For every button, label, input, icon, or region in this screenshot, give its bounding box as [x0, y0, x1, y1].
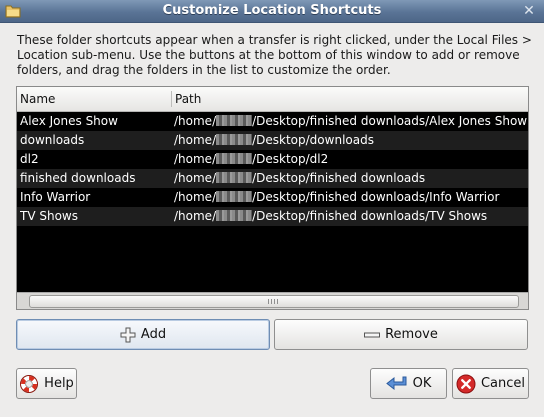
shortcut-list[interactable]: Name Path Alex Jones Show /home//Desktop… — [16, 86, 529, 310]
list-rows: Alex Jones Show /home//Desktop/finished … — [17, 112, 528, 292]
table-row[interactable]: Info Warrior /home//Desktop/finished dow… — [17, 188, 528, 207]
help-button-label: Help — [44, 376, 74, 391]
cancel-button[interactable]: Cancel — [452, 368, 529, 399]
redacted-username — [216, 134, 253, 145]
description-text: These folder shortcuts appear when a tra… — [17, 33, 532, 77]
row-name: dl2 — [20, 152, 39, 166]
row-path: /home//Desktop/finished downloads/Alex J… — [174, 114, 528, 128]
add-button-label: Add — [140, 327, 167, 342]
close-icon[interactable]: ✕ — [520, 2, 538, 20]
row-path: /home//Desktop/finished downloads/TV Sho… — [174, 209, 488, 223]
dialog-window: Customize Location Shortcuts ✕ These fol… — [0, 0, 544, 417]
ok-button-label: OK — [412, 376, 432, 391]
row-path: /home//Desktop/downloads — [174, 133, 374, 147]
row-name: Info Warrior — [20, 190, 91, 204]
remove-button[interactable]: Remove — [274, 319, 528, 350]
remove-button-label: Remove — [385, 327, 438, 342]
grip-icon — [268, 299, 280, 304]
table-row[interactable]: dl2 /home//Desktop/dl2 — [17, 150, 528, 169]
redacted-username — [216, 210, 253, 221]
help-button[interactable]: Help — [16, 368, 77, 399]
redacted-username — [216, 153, 253, 164]
plus-icon — [120, 327, 136, 343]
redacted-username — [216, 115, 253, 126]
column-header-name[interactable]: Name — [17, 87, 170, 111]
ok-arrow-icon — [385, 375, 408, 393]
add-button[interactable]: Add — [16, 319, 270, 350]
minus-icon — [364, 331, 381, 339]
ok-button[interactable]: OK — [370, 368, 447, 399]
row-path: /home//Desktop/finished downloads/Info W… — [174, 190, 500, 204]
redacted-username — [216, 172, 253, 183]
column-header-path[interactable]: Path — [172, 87, 525, 111]
table-row[interactable]: downloads /home//Desktop/downloads — [17, 131, 528, 150]
table-row[interactable]: TV Shows /home//Desktop/finished downloa… — [17, 207, 528, 226]
row-name: TV Shows — [20, 209, 78, 223]
table-row[interactable]: Alex Jones Show /home//Desktop/finished … — [17, 112, 528, 131]
title-bar[interactable]: Customize Location Shortcuts ✕ — [0, 0, 544, 23]
row-name: finished downloads — [20, 171, 136, 185]
row-path: /home//Desktop/dl2 — [174, 152, 329, 166]
horizontal-scrollbar[interactable] — [17, 292, 528, 309]
row-name: Alex Jones Show — [20, 114, 118, 128]
cancel-button-label: Cancel — [480, 376, 526, 391]
row-path: /home//Desktop/finished downloads — [174, 171, 426, 185]
window-title: Customize Location Shortcuts — [162, 3, 382, 18]
row-name: downloads — [20, 133, 85, 147]
help-lifebuoy-icon — [19, 374, 39, 394]
table-row[interactable]: finished downloads /home//Desktop/finish… — [17, 169, 528, 188]
cancel-icon — [456, 374, 476, 394]
scrollbar-thumb[interactable] — [29, 295, 519, 308]
list-header: Name Path — [17, 87, 528, 112]
redacted-username — [216, 191, 253, 202]
